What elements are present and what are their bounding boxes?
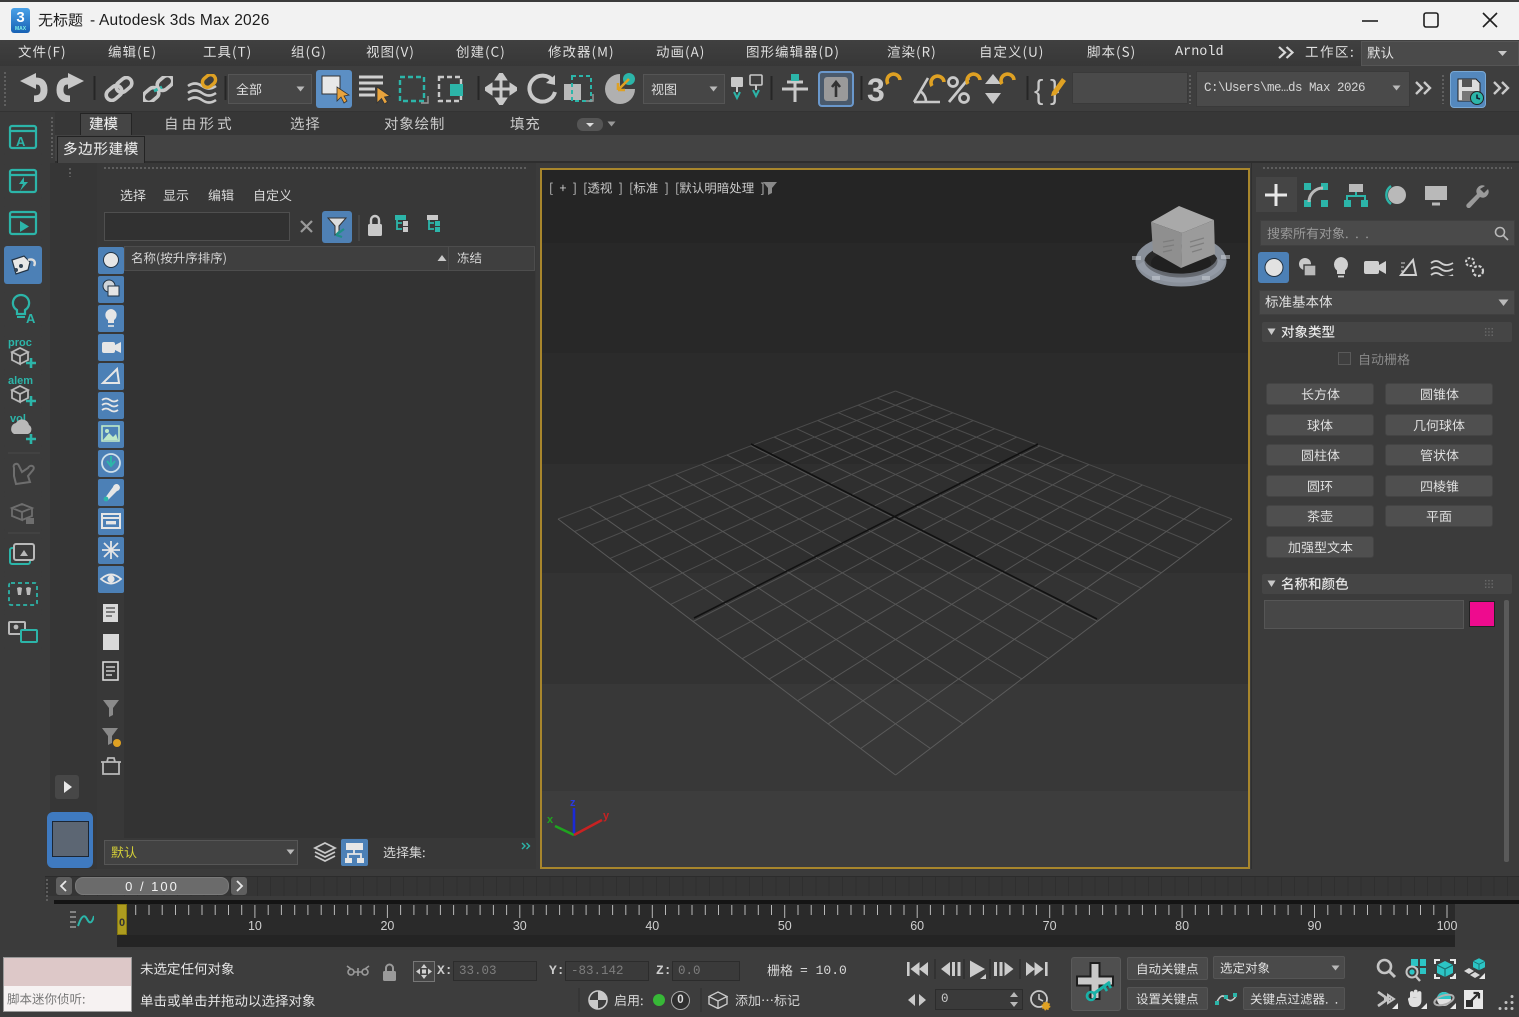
svg-text:alem: alem <box>8 375 33 387</box>
svg-text:80: 80 <box>1175 919 1189 933</box>
svg-text:60: 60 <box>910 919 924 933</box>
svg-text:y: y <box>603 810 610 822</box>
svg-text:A: A <box>26 311 36 326</box>
svg-text:100: 100 <box>1437 919 1458 933</box>
svg-text:30: 30 <box>513 919 527 933</box>
svg-text:A: A <box>16 134 26 149</box>
svg-text:20: 20 <box>380 919 394 933</box>
svg-text:x: x <box>547 814 554 826</box>
svg-text:70: 70 <box>1043 919 1057 933</box>
svg-text:40: 40 <box>645 919 659 933</box>
svg-text:{: { <box>1034 74 1043 105</box>
svg-text:50: 50 <box>778 919 792 933</box>
svg-text:z: z <box>570 797 576 809</box>
svg-text:10: 10 <box>248 919 262 933</box>
svg-text:3: 3 <box>867 72 885 106</box>
svg-text:90: 90 <box>1308 919 1322 933</box>
